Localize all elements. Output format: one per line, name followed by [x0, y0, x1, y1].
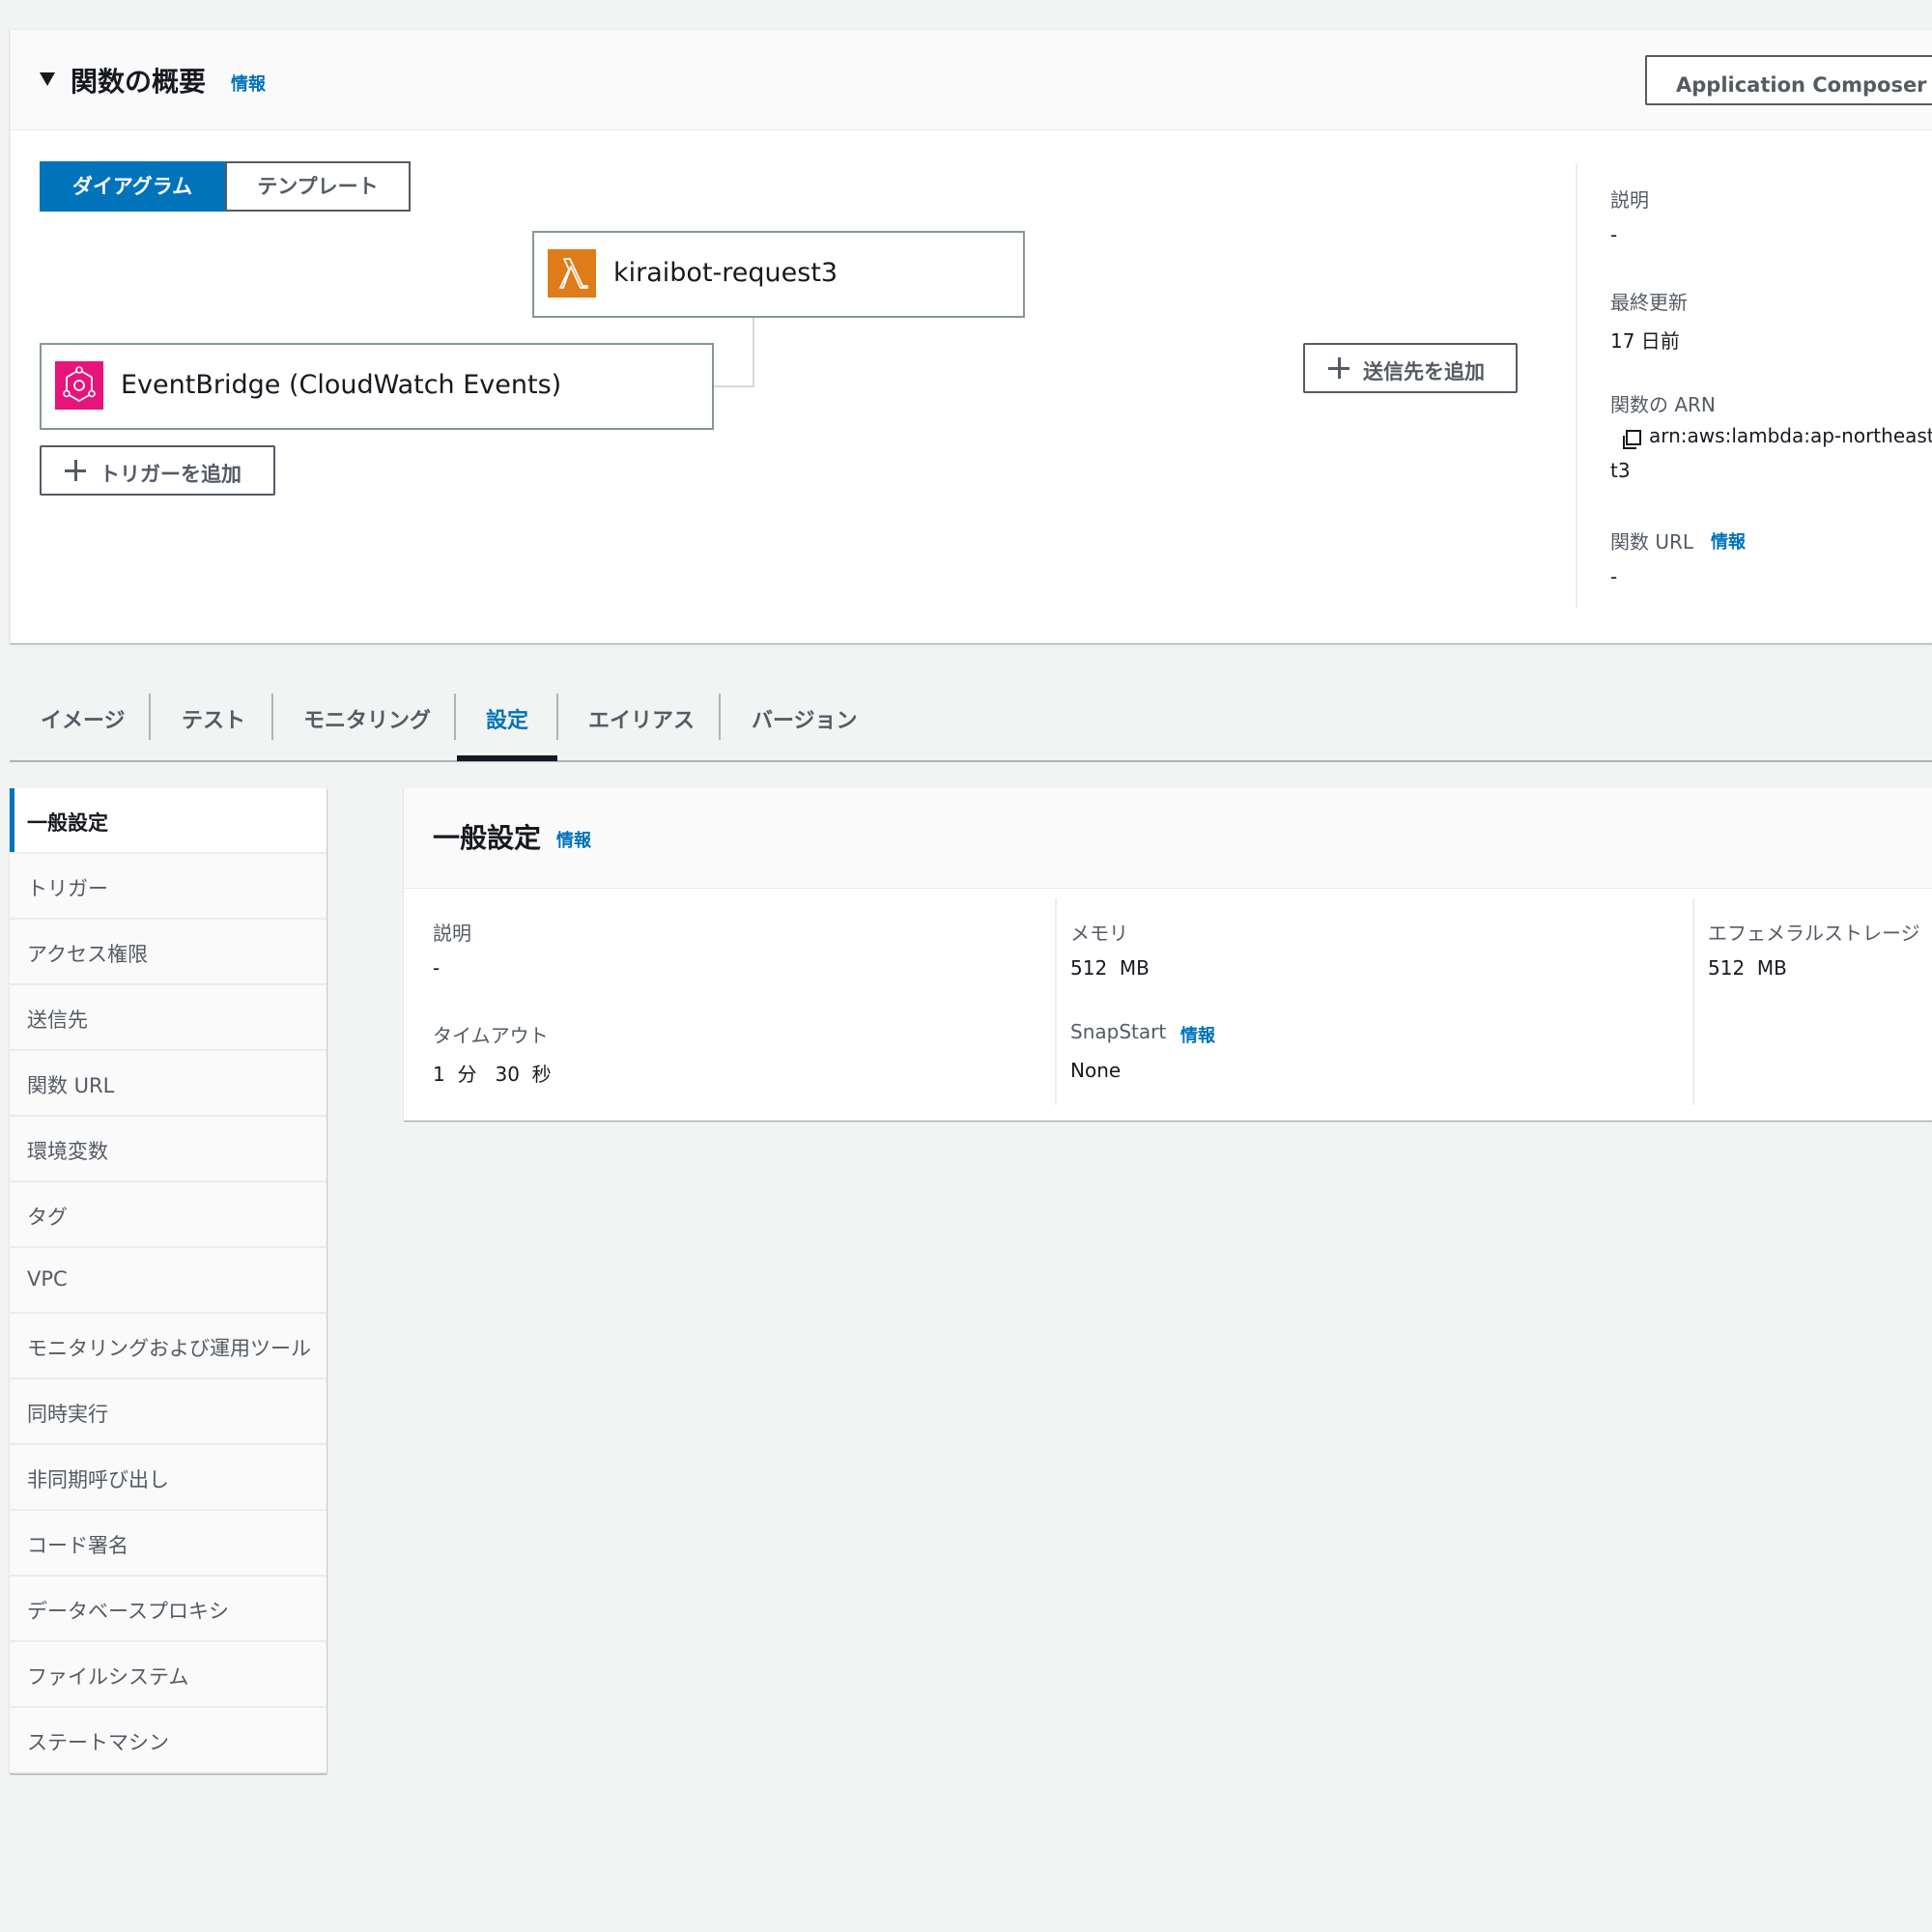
- subnav-item-state-machine[interactable]: ステートマシン: [10, 1708, 327, 1774]
- function-name: kiraibot-request3: [613, 258, 838, 288]
- export-composer-button[interactable]: Application Composer にエクスポート: [1645, 55, 1932, 105]
- lambda-icon: [548, 249, 596, 298]
- add-destination-label: 送信先を追加: [1363, 360, 1485, 384]
- connector-line: [753, 318, 754, 387]
- subnav-item-async-invocation[interactable]: 非同期呼び出し: [10, 1445, 327, 1511]
- general-settings-panel: 一般設定 情報 説明 - タイムアウト 1 分 30 秒 メモリ 512 MB …: [404, 788, 1932, 1121]
- general-settings-info-link[interactable]: 情報: [556, 827, 591, 852]
- tab-separator: [454, 694, 456, 740]
- configuration-subnav: 一般設定 トリガー アクセス権限 送信先 関数 URL 環境変数 タグ VPC …: [10, 788, 327, 1774]
- add-trigger-button[interactable]: トリガーを追加: [40, 445, 275, 496]
- trigger-name: EventBridge (CloudWatch Events): [121, 370, 562, 400]
- description-label: 説明: [433, 922, 471, 945]
- trigger-node[interactable]: EventBridge (CloudWatch Events): [40, 343, 714, 430]
- add-destination-button[interactable]: 送信先を追加: [1303, 343, 1518, 393]
- segment-diagram[interactable]: ダイアグラム: [40, 161, 225, 212]
- copy-icon[interactable]: [1620, 428, 1643, 451]
- ephemeral-storage-label: エフェメラルストレージ: [1708, 922, 1920, 945]
- tab-image[interactable]: イメージ: [41, 697, 126, 761]
- tab-test[interactable]: テスト: [182, 697, 245, 761]
- overview-header: 関数の概要 情報 Application Composer にエクスポート: [11, 30, 1932, 130]
- timeout-label: タイムアウト: [433, 1024, 549, 1047]
- subnav-item-monitoring-tools[interactable]: モニタリングおよび運用ツール: [10, 1314, 327, 1379]
- tab-versions[interactable]: バージョン: [752, 697, 858, 761]
- connector-line: [714, 385, 754, 387]
- tab-aliases[interactable]: エイリアス: [588, 697, 695, 761]
- eventbridge-icon: [55, 361, 103, 410]
- subnav-item-general[interactable]: 一般設定: [10, 788, 327, 854]
- subnav-item-destinations[interactable]: 送信先: [10, 985, 327, 1051]
- overview-info-link[interactable]: 情報: [231, 71, 266, 96]
- function-overview-panel: 関数の概要 情報 Application Composer にエクスポート ダイ…: [10, 29, 1932, 643]
- segment-template[interactable]: テンプレート: [225, 161, 411, 212]
- function-node[interactable]: kiraibot-request3: [532, 231, 1025, 318]
- tab-separator: [271, 694, 273, 740]
- plus-icon: [1328, 357, 1350, 379]
- overview-title[interactable]: 関数の概要: [71, 61, 206, 99]
- subnav-item-label: 一般設定: [27, 811, 108, 835]
- function-url-info-link[interactable]: 情報: [1711, 528, 1746, 554]
- subnav-item-environment-variables[interactable]: 環境変数: [10, 1117, 327, 1182]
- snapstart-info-link[interactable]: 情報: [1180, 1022, 1215, 1047]
- column-divider: [1692, 898, 1694, 1105]
- tabs-underline: [10, 760, 1932, 762]
- description-label: 説明: [1610, 188, 1649, 212]
- tab-monitoring[interactable]: モニタリング: [303, 697, 431, 761]
- function-url-value: -: [1610, 565, 1618, 588]
- tab-configuration[interactable]: 設定: [486, 697, 528, 761]
- description-value: -: [433, 956, 440, 980]
- subnav-item-triggers[interactable]: トリガー: [10, 854, 327, 920]
- details-divider: [1576, 163, 1577, 608]
- ephemeral-storage-value: 512 MB: [1708, 956, 1787, 980]
- timeout-value: 1 分 30 秒: [433, 1063, 552, 1086]
- subnav-item-permissions[interactable]: アクセス権限: [10, 920, 327, 985]
- subnav-item-vpc[interactable]: VPC: [10, 1248, 327, 1314]
- subnav-item-file-system[interactable]: ファイルシステム: [10, 1642, 327, 1708]
- subnav-item-database-proxy[interactable]: データベースプロキシ: [10, 1577, 327, 1642]
- subnav-item-function-url[interactable]: 関数 URL: [10, 1051, 327, 1117]
- active-tab-indicator: [457, 755, 557, 761]
- subnav-item-concurrency[interactable]: 同時実行: [10, 1379, 327, 1445]
- last-modified-value: 17 日前: [1610, 329, 1680, 353]
- arn-value: arn:aws:lambda:ap-northeast-2: [1649, 424, 1932, 447]
- description-value: -: [1610, 223, 1618, 246]
- tab-separator: [149, 694, 151, 740]
- general-settings-title: 一般設定: [433, 822, 542, 854]
- plus-icon: [65, 460, 86, 481]
- subnav-item-tags[interactable]: タグ: [10, 1182, 327, 1248]
- subnav-item-code-signing[interactable]: コード署名: [10, 1511, 327, 1577]
- general-settings-header: 一般設定 情報: [404, 788, 1932, 889]
- tab-separator: [556, 694, 558, 740]
- tab-separator: [719, 694, 721, 740]
- snapstart-label: SnapStart: [1070, 1020, 1167, 1043]
- memory-label: メモリ: [1070, 922, 1128, 945]
- last-modified-label: 最終更新: [1610, 291, 1688, 314]
- column-divider: [1055, 898, 1057, 1105]
- arn-label: 関数の ARN: [1610, 393, 1716, 416]
- collapse-caret-icon[interactable]: [40, 72, 55, 86]
- arn-value-continued: t3: [1610, 459, 1631, 482]
- active-item-indicator: [10, 788, 14, 852]
- function-url-label: 関数 URL: [1610, 530, 1694, 554]
- snapstart-value: None: [1070, 1059, 1122, 1082]
- add-trigger-label: トリガーを追加: [99, 463, 242, 486]
- memory-value: 512 MB: [1070, 956, 1150, 980]
